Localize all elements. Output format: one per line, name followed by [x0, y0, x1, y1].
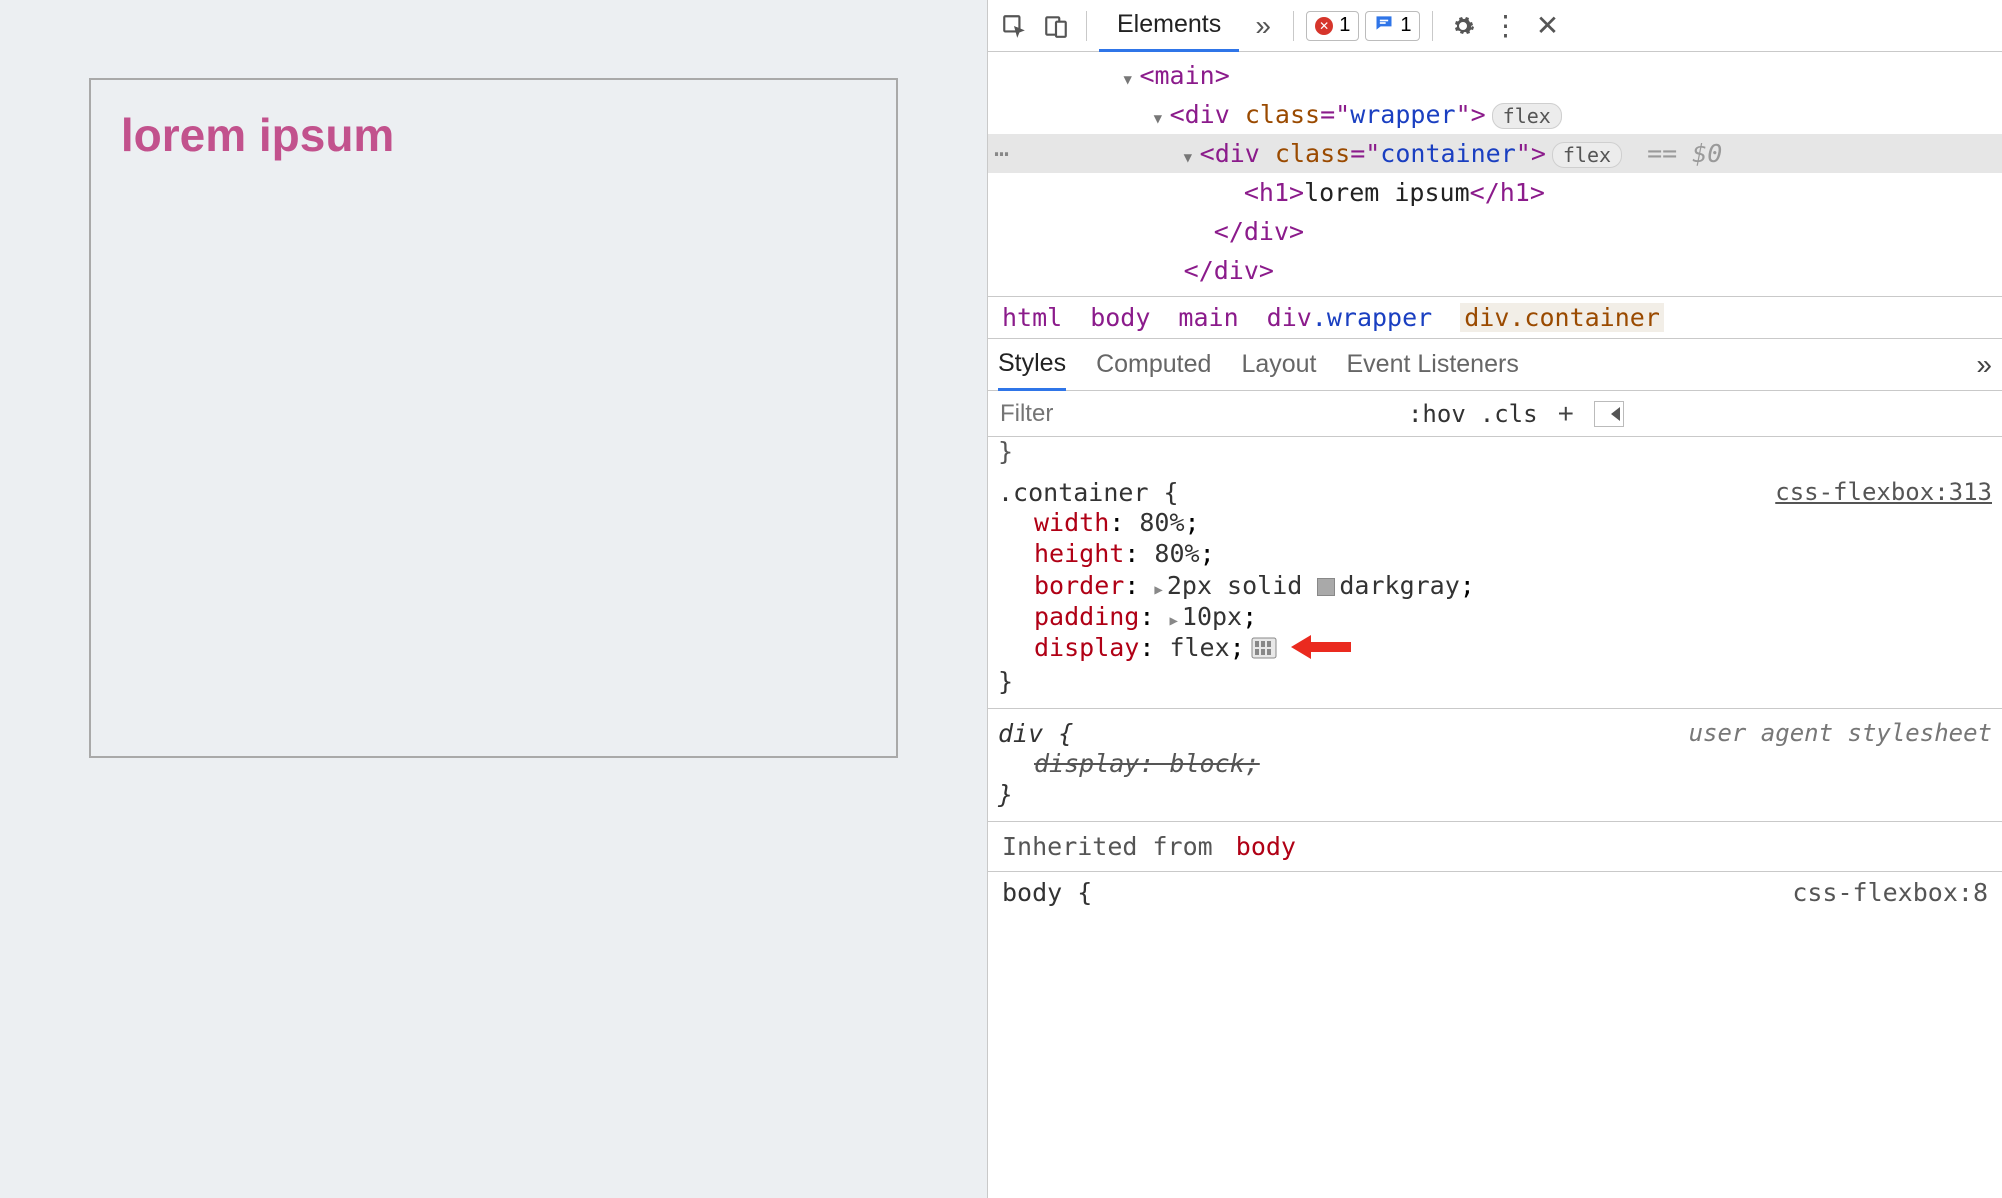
css-decl-overridden[interactable]: display: block;: [998, 748, 1988, 779]
expand-shorthand-icon[interactable]: ▶: [1154, 582, 1162, 598]
issues-badge[interactable]: 1: [1365, 11, 1420, 41]
rule-source-link[interactable]: css-flexbox:8: [1792, 878, 1988, 907]
toggle-computed-sidebar-icon[interactable]: [1594, 401, 1624, 427]
flexbox-editor-icon[interactable]: [1251, 635, 1277, 657]
subtab-event-listeners[interactable]: Event Listeners: [1347, 339, 1519, 391]
css-prop[interactable]: width: [1034, 508, 1109, 537]
divider: [1432, 11, 1433, 41]
error-badge[interactable]: ✕ 1: [1306, 11, 1359, 41]
page-preview: lorem ipsum: [0, 0, 987, 1198]
css-val[interactable]: 80%: [1154, 539, 1199, 568]
css-prop[interactable]: height: [1034, 539, 1124, 568]
subtab-styles[interactable]: Styles: [998, 339, 1066, 391]
annotation-arrow-icon: [1291, 634, 1351, 667]
flex-pill[interactable]: flex: [1552, 142, 1622, 168]
kebab-menu-icon[interactable]: ⋮: [1487, 8, 1523, 44]
error-count: 1: [1339, 14, 1350, 37]
rule-close-brace: }: [998, 780, 1988, 809]
color-swatch-icon[interactable]: [1317, 578, 1335, 596]
flex-pill[interactable]: flex: [1492, 103, 1562, 129]
crumb-container[interactable]: div.container: [1460, 303, 1664, 332]
close-icon[interactable]: ✕: [1529, 8, 1565, 44]
css-prop[interactable]: display: [1034, 633, 1139, 662]
dom-node-h1[interactable]: <h1>lorem ipsum</h1>: [988, 173, 2002, 212]
css-prop[interactable]: padding: [1034, 602, 1139, 631]
rule-source-link[interactable]: css-flexbox:313: [1775, 478, 1992, 506]
rule-source-ua: user agent stylesheet: [1689, 719, 1992, 747]
preview-heading: lorem ipsum: [121, 108, 866, 162]
css-val[interactable]: 80%: [1139, 508, 1184, 537]
dom-node-close[interactable]: </div>: [988, 251, 2002, 290]
styles-subtabs: Styles Computed Layout Event Listeners »: [988, 339, 2002, 391]
subtab-computed[interactable]: Computed: [1096, 339, 1211, 391]
css-rule-body-peek[interactable]: body { css-flexbox:8: [988, 872, 2002, 913]
device-toggle-icon[interactable]: [1038, 8, 1074, 44]
crumb-main[interactable]: main: [1178, 303, 1238, 332]
dom-node-wrapper[interactable]: <div class="wrapper">flex: [988, 95, 2002, 134]
styles-panel: } css-flexbox:313 .container { width: 80…: [988, 437, 2002, 913]
divider: [1086, 11, 1087, 41]
hov-toggle[interactable]: :hov: [1408, 400, 1466, 428]
more-subtabs-icon[interactable]: »: [1976, 349, 1992, 381]
inspect-element-icon[interactable]: [996, 8, 1032, 44]
error-icon: ✕: [1315, 17, 1333, 35]
css-val[interactable]: 2px solid: [1167, 571, 1318, 600]
container-box: lorem ipsum: [89, 78, 898, 758]
more-tabs-icon[interactable]: »: [1245, 8, 1281, 44]
dom-node-container[interactable]: <div class="container">flex == $0: [988, 134, 2002, 173]
css-val[interactable]: 10px: [1182, 602, 1242, 631]
cls-toggle[interactable]: .cls: [1480, 400, 1538, 428]
devtools-toolbar: Elements » ✕ 1 1 ⋮ ✕: [988, 0, 2002, 52]
divider: [1293, 11, 1294, 41]
css-rule-container[interactable]: css-flexbox:313 .container { width: 80%;…: [988, 468, 2002, 709]
rule-close-brace: }: [998, 667, 1988, 696]
css-rule-div[interactable]: user agent stylesheet div { display: blo…: [988, 709, 2002, 821]
devtools-panel: Elements » ✕ 1 1 ⋮ ✕ <main> <div class="…: [987, 0, 2002, 1198]
crumb-wrapper[interactable]: div.wrapper: [1267, 303, 1433, 332]
inherited-tag[interactable]: body: [1236, 832, 1296, 861]
expand-shorthand-icon[interactable]: ▶: [1169, 613, 1177, 629]
crumb-html[interactable]: html: [1002, 303, 1062, 332]
inherited-from-row: Inherited from body: [988, 822, 2002, 872]
issue-count: 1: [1400, 14, 1411, 37]
styles-filter-row: :hov .cls +: [988, 391, 2002, 437]
settings-gear-icon[interactable]: [1445, 8, 1481, 44]
css-val[interactable]: flex: [1169, 633, 1229, 662]
crumb-body[interactable]: body: [1090, 303, 1150, 332]
dom-node-close[interactable]: </div>: [988, 212, 2002, 251]
issues-icon: [1374, 13, 1394, 39]
tab-elements[interactable]: Elements: [1099, 0, 1239, 52]
new-style-rule-button[interactable]: +: [1552, 398, 1580, 430]
dom-node-main[interactable]: <main>: [988, 56, 2002, 95]
breadcrumb: html body main div.wrapper div.container: [988, 296, 2002, 339]
dom-tree[interactable]: <main> <div class="wrapper">flex <div cl…: [988, 52, 2002, 296]
styles-filter-input[interactable]: [988, 391, 1408, 436]
subtab-layout[interactable]: Layout: [1241, 339, 1316, 391]
console-ref: == $0: [1632, 139, 1722, 168]
inherited-label: Inherited from: [1002, 832, 1213, 861]
css-prop[interactable]: border: [1034, 571, 1124, 600]
